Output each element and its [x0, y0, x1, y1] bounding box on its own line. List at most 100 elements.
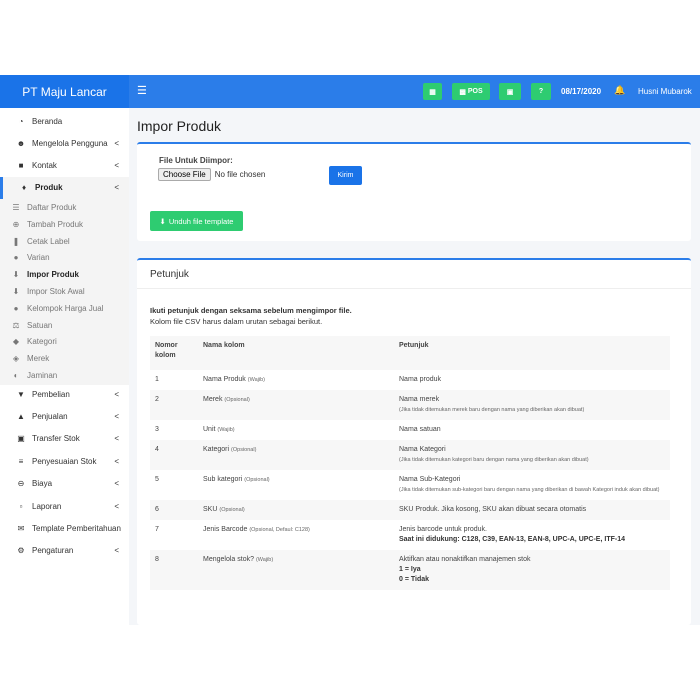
chevron-left-icon: <: [114, 434, 119, 444]
file-status: No file chosen: [214, 170, 266, 179]
table-row: 2 Merek (Opsional) Nama merek (Jika tidak d…: [150, 390, 670, 420]
row-number: 4: [155, 446, 159, 453]
sidebar-item-cetak-label[interactable]: ❚ Cetak Label: [0, 233, 129, 250]
sidebar-item-tambah-produk[interactable]: ⊕ Tambah Produk: [0, 216, 129, 233]
table-row: 1 Nama Produk (Wajib) Nama produk: [150, 370, 670, 390]
help-button[interactable]: ?: [531, 83, 551, 100]
row-desc: Nama Sub-Kategori: [399, 476, 461, 483]
barcode-icon: ❚: [12, 236, 20, 246]
sidebar-item-daftar-produk[interactable]: ☰ Daftar Produk: [0, 199, 129, 216]
row-note: (Opsional): [219, 507, 245, 513]
row-name: Jenis Barcode: [203, 526, 248, 533]
row-name: Nama Produk: [203, 376, 246, 383]
row-number: 6: [155, 506, 159, 513]
sidebar-item-kontak[interactable]: ■ Kontak <: [0, 155, 129, 177]
sidebar-item-kategori[interactable]: ◆ Kategori: [0, 333, 129, 350]
sidebar-item-penyesuaian-stok[interactable]: ≡ Penyesuaian Stok <: [0, 450, 129, 472]
row-number: 5: [155, 476, 159, 483]
arrow-circle-up-icon: ▲: [17, 411, 25, 421]
table-header-row: Nomor kolom Nama kolom Petunjuk: [150, 336, 670, 370]
sidebar-item-impor-produk[interactable]: ⬇ Impor Produk: [0, 266, 129, 283]
guide-title: Petunjuk: [150, 269, 189, 280]
guide-intro: Kolom file CSV harus dalam urutan sebaga…: [150, 317, 323, 326]
row-desc: Nama satuan: [399, 426, 441, 433]
column-guide-table: Nomor kolom Nama kolom Petunjuk 1 Nama Pr…: [150, 336, 670, 590]
row-desc: Aktifkan atau nonaktifkan manajemen stok: [399, 556, 531, 563]
row-name: Unit: [203, 426, 216, 433]
row-note: (Wajib): [255, 557, 274, 563]
sidebar-item-impor-stok-awal[interactable]: ⬇ Impor Stok Awal: [0, 283, 129, 300]
sidebar-item-mengelola-pengguna[interactable]: ☻ Mengelola Pengguna <: [0, 132, 129, 154]
row-number: 8: [155, 556, 159, 563]
sidebar-item-biaya[interactable]: ⊖ Biaya <: [0, 473, 129, 495]
chevron-left-icon: <: [114, 546, 119, 556]
row-number: 7: [155, 526, 159, 533]
row-number: 3: [155, 426, 159, 433]
row-name: Sub kategori: [203, 476, 243, 483]
user-menu[interactable]: Husni Mubarok: [638, 87, 692, 96]
sidebar-item-penjualan[interactable]: ▲ Penjualan <: [0, 405, 129, 427]
download-template-button[interactable]: ⬇ Unduh file template: [150, 211, 243, 231]
file-input[interactable]: Choose File No file chosen: [158, 168, 265, 181]
menu-toggle-icon[interactable]: ☰: [137, 84, 147, 97]
brand-logo[interactable]: PT Maju Lancar: [0, 75, 129, 108]
row-number: 2: [155, 396, 159, 403]
pos-button[interactable]: ▩ POS: [452, 83, 490, 100]
table-row: 5 Sub kategori (Opsional) Nama Sub-Kategor…: [150, 470, 670, 500]
sidebar-item-pengaturan[interactable]: ⚙ Pengaturan <: [0, 540, 129, 562]
sidebar-item-merek[interactable]: ◈ Merek: [0, 350, 129, 367]
address-book-icon: ■: [18, 161, 24, 171]
circle-icon: ●: [13, 303, 19, 313]
row-name: Kategori: [203, 446, 230, 453]
divider: [137, 288, 691, 289]
sidebar-item-kelompok-harga-jual[interactable]: ● Kelompok Harga Jual: [0, 300, 129, 317]
row-name: Merek: [203, 396, 223, 403]
sidebar-item-beranda[interactable]: ◔ Beranda: [0, 110, 129, 132]
row-note: (Opsional, Defaul: C128): [249, 527, 310, 533]
sidebar-item-transfer-stok[interactable]: ▣ Transfer Stok <: [0, 428, 129, 450]
upload-card: File Untuk Diimpor: Choose File No file …: [137, 142, 691, 241]
cog-icon: ⚙: [17, 546, 25, 556]
choose-file-button[interactable]: Choose File: [158, 168, 211, 181]
sidebar-item-satuan[interactable]: ⚖ Satuan: [0, 317, 129, 334]
row-desc: SKU Produk. Jika kosong, SKU akan dibuat…: [399, 506, 587, 513]
row-desc: Nama Kategori: [399, 446, 446, 453]
sidebar-item-laporan[interactable]: ▫ Laporan <: [0, 495, 129, 517]
calculator-button[interactable]: ▦: [423, 83, 442, 100]
sidebar-item-template-pemberitahuan[interactable]: ✉ Template Pemberitahuan: [0, 517, 129, 539]
row-note: (Opsional): [244, 477, 270, 483]
header-nomor: Nomor kolom: [155, 342, 178, 359]
header-petunjuk: Petunjuk: [399, 342, 429, 349]
row-desc: Nama produk: [399, 376, 442, 383]
truck-icon: ▣: [17, 434, 25, 444]
sidebar-item-jaminan[interactable]: ◐ Jaminan: [0, 367, 129, 384]
table-row: 3 Unit (Wajib) Nama satuan: [150, 420, 670, 440]
row-name: SKU: [203, 506, 218, 513]
file-label: File Untuk Diimpor:: [159, 156, 233, 165]
row-extra: (Jika tidak ditemukan sub-kategori baru …: [399, 487, 660, 493]
table-row: 7 Jenis Barcode (Opsional, Defaul: C128) J…: [150, 520, 670, 550]
money-icon: ▣: [506, 88, 514, 96]
row-note: (Wajib): [217, 427, 235, 433]
dashboard-icon: ◔: [18, 116, 24, 126]
circle-icon: ●: [13, 253, 19, 263]
calculator-icon: ▦: [429, 88, 436, 96]
row-bold: Saat ini didukung: C128, C39, EAN-13, EA…: [399, 536, 625, 543]
grid-icon: ▩: [459, 88, 468, 96]
question-icon: ?: [538, 88, 544, 95]
guide-card: Petunjuk Ikuti petunjuk dengan seksama s…: [137, 258, 691, 625]
header-nama: Nama kolom: [203, 342, 245, 349]
sidebar-item-varian[interactable]: ● Varian: [0, 249, 129, 266]
submit-button[interactable]: Kirim: [329, 166, 362, 185]
cash-button[interactable]: ▣: [499, 83, 521, 100]
current-date: 08/17/2020: [561, 87, 602, 96]
sidebar-item-pembelian[interactable]: ▼ Pembelian <: [0, 383, 129, 405]
sidebar-item-produk[interactable]: ♦ Produk <: [0, 176, 129, 199]
bell-icon[interactable]: 🔔: [614, 85, 625, 96]
plus-circle-icon: ⊕: [12, 219, 20, 229]
shield-icon: ◐: [13, 371, 19, 380]
row-desc: Nama merek: [399, 396, 440, 403]
row-extra: (Jika tidak ditemukan kategori baru deng…: [399, 457, 589, 463]
chevron-left-icon: <: [114, 501, 119, 511]
row-bold: 1 = Iya 0 = Tidak: [399, 566, 430, 583]
